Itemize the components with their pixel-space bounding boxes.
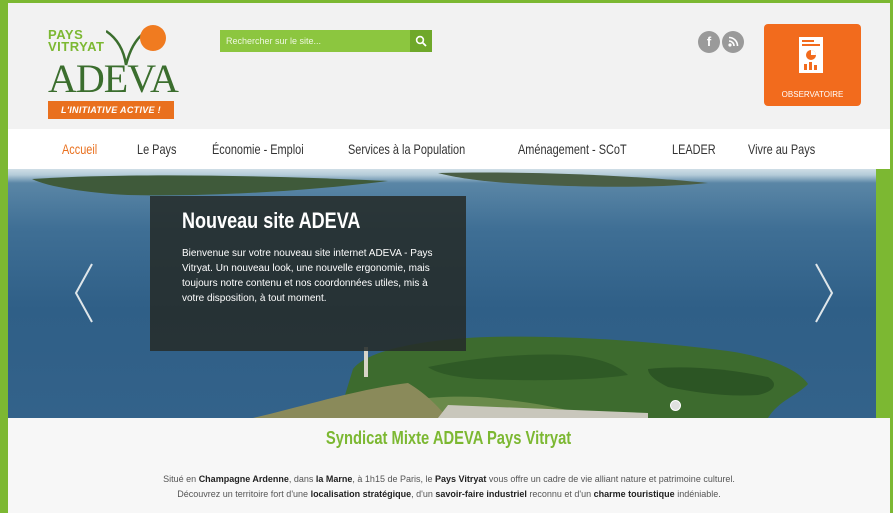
site-header: PAYS VITRYAT ADEVA L'INITIATIVE ACTIVE !… (8, 3, 890, 129)
report-document-icon (799, 37, 823, 73)
chevron-right-icon[interactable] (812, 262, 836, 324)
slide-title: Nouveau site ADEVA (182, 208, 361, 233)
social-links: f (698, 31, 744, 53)
intro-section: Syndicat Mixte ADEVA Pays Vitryat Situé … (8, 418, 890, 513)
rss-glyph-icon (728, 36, 739, 47)
slider-right-gutter (876, 169, 890, 418)
frame-border-top (0, 0, 893, 3)
search-bar (220, 30, 432, 52)
slider-dot-active[interactable] (670, 400, 681, 411)
nav-item-amenagement-scot[interactable]: Aménagement - SCoT (518, 129, 627, 169)
intro-paragraph-2: Découvrez un territoire fort d'une local… (177, 489, 721, 499)
observatoire-label: OBSERVATOIRE (781, 90, 844, 99)
rss-icon[interactable] (722, 31, 744, 53)
facebook-icon[interactable]: f (698, 31, 720, 53)
logo-pays-text: PAYS VITRYAT (48, 27, 105, 54)
nav-item-accueil[interactable]: Accueil (62, 129, 97, 169)
chevron-left-icon[interactable] (72, 262, 96, 324)
logo-sun-icon (140, 25, 166, 51)
nav-item-leader[interactable]: LEADER (672, 129, 716, 169)
nav-item-services-population[interactable]: Services à la Population (348, 129, 465, 169)
slide-caption: Nouveau site ADEVA Bienvenue sur votre n… (150, 196, 466, 351)
intro-title: Syndicat Mixte ADEVA Pays Vitryat (326, 428, 572, 448)
nav-item-vivre-au-pays[interactable]: Vivre au Pays (748, 129, 815, 169)
intro-paragraph-1: Situé en Champagne Ardenne, dans la Marn… (163, 474, 735, 484)
search-icon (415, 35, 427, 47)
main-nav: Accueil Le Pays Économie - Emploi Servic… (8, 129, 890, 169)
nav-item-le-pays[interactable]: Le Pays (137, 129, 176, 169)
nav-item-economie-emploi[interactable]: Économie - Emploi (212, 129, 304, 169)
observatoire-button[interactable]: OBSERVATOIRE (764, 24, 861, 106)
search-button[interactable] (410, 30, 432, 52)
search-input[interactable] (220, 30, 410, 52)
adeva-logo[interactable]: PAYS VITRYAT ADEVA L'INITIATIVE ACTIVE ! (48, 23, 179, 123)
slide-text: Bienvenue sur votre nouveau site interne… (182, 248, 433, 304)
frame-border-left (0, 0, 8, 513)
logo-adeva-text: ADEVA (48, 56, 179, 101)
logo-tagline: L'INITIATIVE ACTIVE ! (48, 101, 174, 119)
